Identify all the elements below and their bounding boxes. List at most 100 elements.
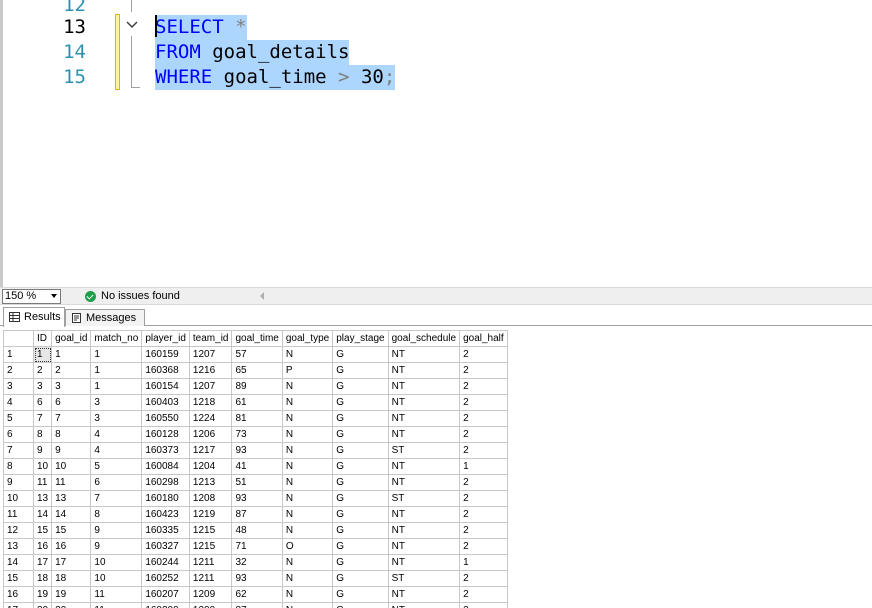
table-cell[interactable]: 160128 [141,426,190,443]
row-number[interactable]: 14 [3,554,34,571]
table-cell[interactable]: 2 [459,474,508,491]
table-cell[interactable]: 1204 [188,458,233,475]
table-row[interactable]: 10 13 13 7 160180 1208 93 N G ST 2 [3,490,508,507]
table-cell[interactable]: 160298 [141,474,190,491]
table-cell[interactable]: 1216 [188,362,233,379]
table-cell[interactable]: 3 [51,378,92,395]
table-cell[interactable]: 48 [231,522,283,539]
table-cell[interactable]: 2 [51,362,92,379]
table-row[interactable]: 8 10 10 5 160084 1204 41 N G NT 1 [3,458,508,475]
table-cell[interactable]: 20 [32,602,53,608]
table-cell[interactable]: P [281,362,334,379]
table-cell[interactable]: G [332,426,389,443]
table-cell[interactable]: 81 [231,410,283,427]
table-cell[interactable]: 5 [90,458,143,475]
row-number[interactable]: 17 [3,602,34,608]
table-cell[interactable]: 1 [90,378,143,395]
table-cell[interactable]: 3 [32,378,53,395]
table-cell[interactable]: 17 [32,554,53,571]
table-cell[interactable]: 1218 [188,394,233,411]
table-cell[interactable]: 3 [90,394,143,411]
row-number[interactable]: 1 [3,346,34,363]
table-row[interactable]: 11 14 14 8 160423 1219 87 N G NT 2 [3,506,508,523]
table-cell[interactable]: NT [387,394,461,411]
table-cell[interactable]: 2 [459,522,508,539]
table-cell[interactable]: N [281,426,334,443]
table-cell[interactable]: 160244 [141,554,190,571]
table-cell[interactable]: ST [387,442,461,459]
table-cell[interactable]: 1211 [188,570,233,587]
row-number[interactable]: 3 [3,378,34,395]
table-row[interactable]: 14 17 17 10 160244 1211 32 N G NT 1 [3,554,508,571]
table-cell[interactable]: 2 [459,442,508,459]
table-cell[interactable]: 51 [231,474,283,491]
table-cell[interactable]: 87 [231,506,283,523]
table-cell[interactable]: 160159 [141,346,190,363]
table-cell[interactable]: 1209 [188,586,233,603]
column-header[interactable]: goal_type [281,330,334,347]
row-number[interactable]: 11 [3,506,34,523]
table-cell[interactable]: 8 [51,426,92,443]
table-cell[interactable]: N [281,378,334,395]
table-cell[interactable]: 4 [90,426,143,443]
table-cell[interactable]: ST [387,570,461,587]
table-cell[interactable]: 7 [32,410,53,427]
table-cell[interactable]: NT [387,474,461,491]
row-number[interactable]: 7 [3,442,34,459]
table-cell[interactable]: 160423 [141,506,190,523]
table-cell[interactable]: N [281,474,334,491]
table-cell[interactable]: ST [387,490,461,507]
table-cell[interactable]: 15 [51,522,92,539]
table-cell[interactable]: 16 [32,538,53,555]
table-cell[interactable]: 8 [90,506,143,523]
table-cell[interactable]: 6 [32,394,53,411]
table-cell[interactable]: 160403 [141,394,190,411]
table-cell[interactable]: 11 [51,474,92,491]
table-cell[interactable]: G [332,410,389,427]
row-number[interactable]: 6 [3,426,34,443]
table-cell[interactable]: 1207 [188,378,233,395]
table-cell[interactable]: 2 [459,426,508,443]
tab-results[interactable]: Results [3,307,65,327]
table-cell[interactable]: G [332,538,389,555]
table-cell[interactable]: G [332,474,389,491]
table-cell[interactable]: NT [387,522,461,539]
table-cell[interactable]: G [332,458,389,475]
row-number[interactable]: 13 [3,538,34,555]
table-cell[interactable]: 9 [90,538,143,555]
table-row[interactable]: 9 11 11 6 160298 1213 51 N G NT 2 [3,474,508,491]
table-cell[interactable]: 73 [231,426,283,443]
table-cell[interactable]: 2 [459,346,508,363]
table-cell[interactable]: 1 [32,346,53,363]
table-cell[interactable]: G [332,362,389,379]
table-cell[interactable]: 1207 [188,346,233,363]
table-cell[interactable]: 93 [231,570,283,587]
table-cell[interactable]: 18 [51,570,92,587]
table-cell[interactable]: 57 [231,346,283,363]
column-header[interactable]: play_stage [332,330,389,347]
table-row[interactable]: 3 3 3 1 160154 1207 89 N G NT 2 [3,378,508,395]
sql-editor[interactable]: 12 13 SELECT * 14 FROM goal_details 15 WHERE g… [0,0,872,287]
table-cell[interactable]: N [281,522,334,539]
table-cell[interactable]: N [281,458,334,475]
table-cell[interactable]: 160207 [141,586,190,603]
column-header[interactable]: team_id [188,330,233,347]
table-cell[interactable]: 93 [231,490,283,507]
table-cell[interactable]: N [281,394,334,411]
table-cell[interactable]: 2 [459,490,508,507]
table-cell[interactable]: NT [387,586,461,603]
table-cell[interactable]: 1 [90,346,143,363]
table-cell[interactable]: 11 [32,474,53,491]
column-header[interactable]: ID [32,330,53,347]
row-number[interactable]: 2 [3,362,34,379]
table-cell[interactable]: G [332,554,389,571]
table-cell[interactable]: NT [387,554,461,571]
table-cell[interactable]: 19 [32,586,53,603]
table-row[interactable]: 15 18 18 10 160252 1211 93 N G ST 2 [3,570,508,587]
grid-corner[interactable] [3,330,34,347]
table-cell[interactable]: NT [387,410,461,427]
table-cell[interactable]: 2 [459,570,508,587]
table-cell[interactable]: 160368 [141,362,190,379]
table-cell[interactable]: 4 [90,442,143,459]
table-cell[interactable]: 10 [90,570,143,587]
